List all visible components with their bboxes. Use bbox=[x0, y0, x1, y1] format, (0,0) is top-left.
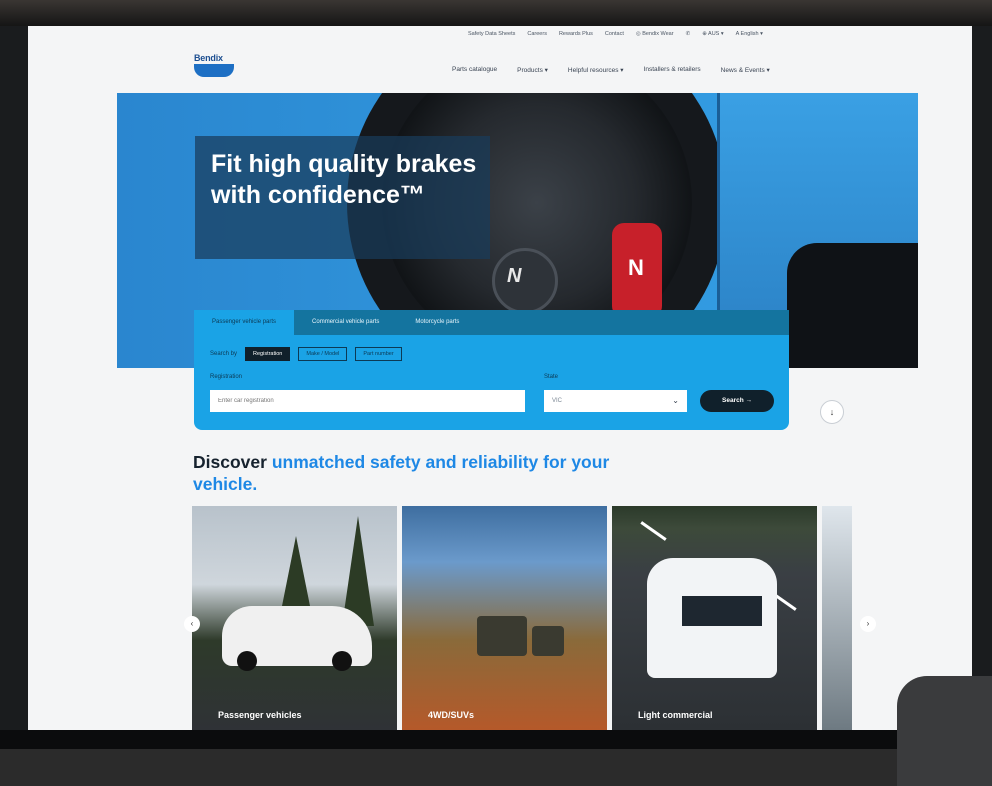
option-make-model[interactable]: Make / Model bbox=[298, 347, 348, 361]
nav-products-label: Products bbox=[517, 67, 543, 74]
card-next-partial[interactable] bbox=[822, 506, 852, 730]
main-nav: Parts catalogue Products ▾ Helpful resou… bbox=[452, 66, 770, 74]
chevron-down-icon: ⌄ bbox=[672, 396, 679, 405]
util-language[interactable]: A English ▾ bbox=[736, 31, 763, 37]
pine-tree-image bbox=[280, 536, 312, 616]
search-by-row: Search by Registration Make / Model Part… bbox=[210, 347, 402, 361]
card-light-commercial[interactable]: Light commercial bbox=[612, 506, 817, 730]
search-by-label: Search by bbox=[210, 351, 238, 357]
option-registration[interactable]: Registration bbox=[245, 347, 291, 361]
road-marking bbox=[640, 521, 667, 541]
nav-helpful-resources-label: Helpful resources bbox=[567, 67, 619, 74]
nav-news-events-label: News & Events bbox=[720, 67, 765, 74]
van-windscreen bbox=[682, 596, 762, 626]
logo-text: Bendix bbox=[194, 53, 223, 63]
card-label: Light commercial bbox=[638, 710, 713, 720]
4wd-truck-image bbox=[532, 626, 564, 656]
arrow-down-icon[interactable]: ↓ bbox=[820, 400, 844, 424]
bendix-logo[interactable]: Bendix bbox=[194, 53, 234, 79]
hero-wheel-hub bbox=[492, 248, 558, 314]
background-top bbox=[0, 0, 992, 26]
discover-heading: Discover unmatched safety and reliabilit… bbox=[193, 451, 613, 495]
discover-prefix: Discover bbox=[193, 452, 267, 472]
card-label: 4WD/SUVs bbox=[428, 710, 475, 720]
website-screen: Bendix Safety Data Sheets Careers Reward… bbox=[28, 26, 972, 730]
util-careers[interactable]: Careers bbox=[527, 31, 547, 37]
state-select[interactable]: VIC ⌄ bbox=[544, 390, 687, 412]
chevron-left-icon[interactable]: ‹ bbox=[184, 616, 200, 632]
vehicle-category-carousel: Passenger vehicles 4WD/SUVs Light commer… bbox=[184, 506, 972, 730]
nav-news-events[interactable]: News & Events ▾ bbox=[721, 66, 770, 74]
chevron-right-icon[interactable]: › bbox=[860, 616, 876, 632]
nav-parts-catalogue[interactable]: Parts catalogue bbox=[452, 66, 497, 74]
foreground-object bbox=[897, 676, 992, 786]
logo-swoosh bbox=[194, 64, 234, 77]
registration-label: Registration bbox=[210, 374, 243, 380]
option-part-number[interactable]: Part number bbox=[355, 347, 402, 361]
hero-headline: Fit high quality brakes with confidence™ bbox=[211, 150, 477, 209]
nav-installers-retailers[interactable]: Installers & retailers bbox=[644, 66, 701, 74]
util-safety-data-sheets[interactable]: Safety Data Sheets bbox=[468, 31, 515, 37]
utility-nav: Safety Data Sheets Careers Rewards Plus … bbox=[468, 31, 763, 37]
hero-car-wheel-arch bbox=[787, 243, 918, 368]
util-rewards-plus[interactable]: Rewards Plus bbox=[559, 31, 593, 37]
4wd-truck-image bbox=[477, 616, 527, 656]
search-tabs: Passenger vehicle parts Commercial vehic… bbox=[194, 310, 789, 335]
util-bendix-wear-label: Bendix Wear bbox=[642, 31, 674, 37]
tab-motorcycle-parts[interactable]: Motorcycle parts bbox=[397, 310, 477, 335]
registration-input[interactable] bbox=[210, 390, 525, 412]
util-region[interactable]: ⊕ AUS ▾ bbox=[702, 31, 723, 37]
card-4wd-suvs[interactable]: 4WD/SUVs bbox=[402, 506, 607, 730]
tab-passenger-vehicle-parts[interactable]: Passenger vehicle parts bbox=[194, 310, 295, 335]
util-bendix-wear[interactable]: ◎ Bendix Wear bbox=[636, 31, 674, 37]
phone-icon[interactable]: ✆ bbox=[686, 31, 691, 37]
search-button[interactable]: Search → bbox=[700, 390, 774, 412]
util-language-label: English bbox=[740, 31, 759, 37]
util-contact[interactable]: Contact bbox=[605, 31, 624, 37]
caliper-logo: N bbox=[628, 255, 644, 280]
car-wheel-image bbox=[237, 651, 257, 671]
card-passenger-vehicles[interactable]: Passenger vehicles bbox=[192, 506, 397, 730]
monitor-bottom-edge bbox=[0, 730, 992, 749]
nav-products[interactable]: Products ▾ bbox=[517, 66, 548, 74]
state-value: VIC bbox=[552, 398, 563, 404]
car-wheel-image bbox=[332, 651, 352, 671]
hub-logo: N bbox=[507, 265, 522, 287]
parts-search-panel: Passenger vehicle parts Commercial vehic… bbox=[194, 310, 789, 430]
util-region-label: AUS bbox=[708, 31, 720, 37]
card-label: Passenger vehicles bbox=[218, 710, 302, 720]
tab-commercial-vehicle-parts[interactable]: Commercial vehicle parts bbox=[294, 310, 397, 335]
state-label: State bbox=[544, 374, 559, 380]
nav-helpful-resources[interactable]: Helpful resources ▾ bbox=[568, 66, 624, 74]
